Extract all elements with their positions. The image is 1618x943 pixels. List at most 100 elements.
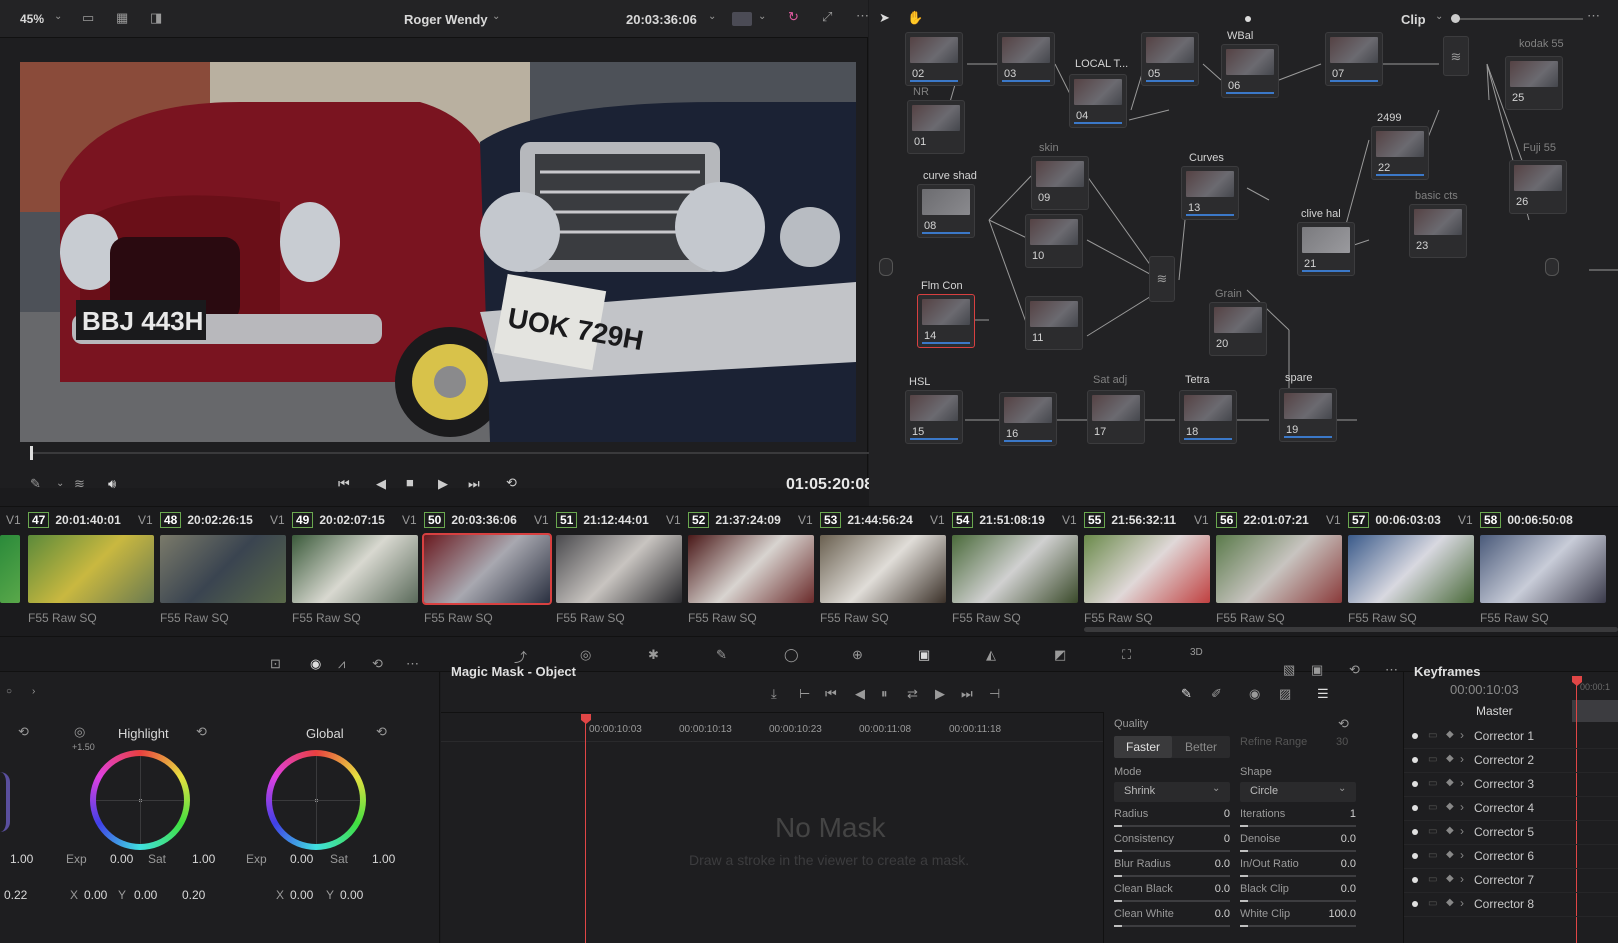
global-exp[interactable]: 0.00: [290, 852, 313, 866]
highlight-wheel[interactable]: [90, 750, 190, 850]
grid-viewer-icon[interactable]: ▦: [116, 10, 128, 26]
highlight-dial-icon[interactable]: ◎: [74, 724, 85, 740]
clip-thumbnail[interactable]: [1480, 535, 1606, 603]
layer-mixer-node[interactable]: ≋: [1149, 256, 1175, 302]
param-value[interactable]: 0.0: [1341, 883, 1356, 895]
enable-dot-icon[interactable]: [1412, 805, 1418, 811]
keyframe-track[interactable]: ▭ ◆ › Corrector 3: [1404, 772, 1618, 797]
node-05[interactable]: 05: [1141, 32, 1199, 86]
param-slider[interactable]: [1240, 850, 1356, 852]
chevron-right-icon[interactable]: ›: [1460, 896, 1464, 910]
clip-thumbnail[interactable]: [820, 535, 946, 603]
single-viewer-icon[interactable]: ▭: [82, 10, 94, 26]
param-value[interactable]: 100.0: [1328, 908, 1356, 920]
chevron-down-icon[interactable]: ⌄: [758, 11, 766, 22]
lock-icon[interactable]: ▭: [1428, 778, 1437, 789]
sizing-icon[interactable]: ⛶: [1122, 647, 1131, 663]
param-value[interactable]: 0: [1224, 833, 1230, 845]
timeline-clip[interactable]: 58 00:06:50:08 F55 Raw SQ: [1480, 507, 1612, 627]
keyframe-diamond-icon[interactable]: ◆: [1446, 897, 1454, 908]
blur-icon[interactable]: ◭: [986, 647, 996, 663]
chevron-right-icon[interactable]: ›: [1460, 728, 1464, 742]
param-slider[interactable]: [1114, 850, 1230, 852]
power-window-icon[interactable]: ◯: [784, 647, 799, 663]
wheels-mode-icon[interactable]: ⊡: [270, 656, 281, 672]
enable-dot-icon[interactable]: [1412, 829, 1418, 835]
keyframe-diamond-icon[interactable]: ◆: [1446, 825, 1454, 836]
chevron-right-icon[interactable]: ›: [1460, 752, 1464, 766]
param-slider[interactable]: [1240, 825, 1356, 827]
keyframe-track[interactable]: ▭ ◆ › Corrector 5: [1404, 820, 1618, 845]
param-value[interactable]: 0.0: [1215, 908, 1230, 920]
overlay-icon[interactable]: ◉: [1249, 686, 1260, 702]
skip-start-icon[interactable]: ⏮: [338, 476, 350, 492]
lock-icon[interactable]: ▭: [1428, 898, 1437, 909]
keyframe-diamond-icon[interactable]: ◆: [1446, 777, 1454, 788]
qualifier-eyedropper-icon[interactable]: ✎: [716, 647, 727, 663]
param-value[interactable]: 0.0: [1341, 833, 1356, 845]
more-icon[interactable]: ⋯: [406, 656, 419, 672]
mask-ruler[interactable]: 00:00:10:03 00:00:10:13 00:00:10:23 00:0…: [441, 712, 1103, 742]
clip-thumbnail[interactable]: [422, 533, 552, 605]
wheels-icon[interactable]: ◉: [310, 656, 321, 672]
keyframe-diamond-icon[interactable]: ◆: [1446, 801, 1454, 812]
sync-icon[interactable]: ↻: [788, 9, 799, 25]
chevron-right-icon[interactable]: ›: [1460, 824, 1464, 838]
mask-param[interactable]: Iterations 1: [1240, 808, 1356, 830]
node-22[interactable]: 22: [1371, 126, 1429, 180]
track-bidirectional-icon[interactable]: ⇄: [907, 686, 918, 702]
param-slider[interactable]: [1114, 875, 1230, 877]
master-track[interactable]: Master: [1476, 704, 1513, 718]
master-keyframe-bar[interactable]: [1572, 700, 1618, 722]
better-button[interactable]: Better: [1172, 736, 1230, 758]
chevron-right-icon[interactable]: ›: [1460, 800, 1464, 814]
mask-param[interactable]: Clean White 0.0: [1114, 908, 1230, 930]
param-value[interactable]: 0: [1224, 808, 1230, 820]
mask-mode-icon[interactable]: ▧: [1283, 662, 1295, 678]
mask-param[interactable]: Black Clip 0.0: [1240, 883, 1356, 905]
clip-thumbnail[interactable]: [952, 535, 1078, 603]
node-15[interactable]: 15: [905, 390, 963, 444]
global-y[interactable]: 0.00: [340, 888, 363, 902]
tracker-icon[interactable]: ⊕: [852, 647, 863, 663]
node-16[interactable]: 16: [999, 392, 1057, 446]
highlight-x[interactable]: 0.00: [84, 888, 107, 902]
clip-thumbnail[interactable]: [688, 535, 814, 603]
node-23[interactable]: 23: [1409, 204, 1467, 258]
more-icon[interactable]: ⋯: [856, 8, 869, 24]
clip-name[interactable]: Roger Wendy: [404, 12, 488, 27]
node-02[interactable]: 02: [905, 32, 963, 86]
lock-icon[interactable]: ▭: [1428, 802, 1437, 813]
param-slider[interactable]: [1114, 900, 1230, 902]
reset-icon[interactable]: ⟲: [376, 724, 387, 740]
param-value[interactable]: 1: [1350, 808, 1356, 820]
enable-dot-icon[interactable]: [1412, 757, 1418, 763]
param-value[interactable]: 0.0: [1215, 858, 1230, 870]
mask-param[interactable]: Consistency 0: [1114, 833, 1230, 855]
param-slider[interactable]: [1240, 925, 1356, 927]
param-slider[interactable]: [1114, 925, 1230, 927]
highlight-y[interactable]: 0.00: [134, 888, 157, 902]
skip-end-icon[interactable]: ⏭: [468, 476, 480, 492]
node-editor[interactable]: ➤ ✋ Clip ⌄ ⋯ 02 03 LOCAL T... 04 05 WBal…: [869, 0, 1618, 506]
node-06[interactable]: 06: [1221, 44, 1279, 98]
lift-wheel-edge[interactable]: [0, 772, 10, 832]
lift-z-value[interactable]: 0.22: [4, 888, 27, 902]
node-17[interactable]: 17: [1087, 390, 1145, 444]
shape-select[interactable]: Circle ⌄: [1240, 782, 1356, 802]
chevron-down-icon[interactable]: ⌄: [54, 11, 62, 22]
chevron-down-icon[interactable]: ⌄: [492, 11, 500, 22]
keyframe-diamond-icon[interactable]: ◆: [1446, 849, 1454, 860]
mask-playhead[interactable]: [585, 722, 586, 943]
mask-param[interactable]: Blur Radius 0.0: [1114, 858, 1230, 880]
node-13[interactable]: 13: [1181, 166, 1239, 220]
viewer-playhead[interactable]: [30, 446, 33, 460]
global-sat[interactable]: 1.00: [372, 852, 395, 866]
bars-icon[interactable]: ⩘: [338, 656, 345, 672]
lock-icon[interactable]: ▭: [1428, 874, 1437, 885]
add-stroke-icon[interactable]: ✎: [1181, 686, 1192, 702]
viewer-scrubber[interactable]: [30, 452, 872, 454]
volume-icon[interactable]: 🔊︎: [108, 476, 116, 492]
clip-thumbnail[interactable]: [1348, 535, 1474, 603]
node-19[interactable]: 19: [1279, 388, 1337, 442]
